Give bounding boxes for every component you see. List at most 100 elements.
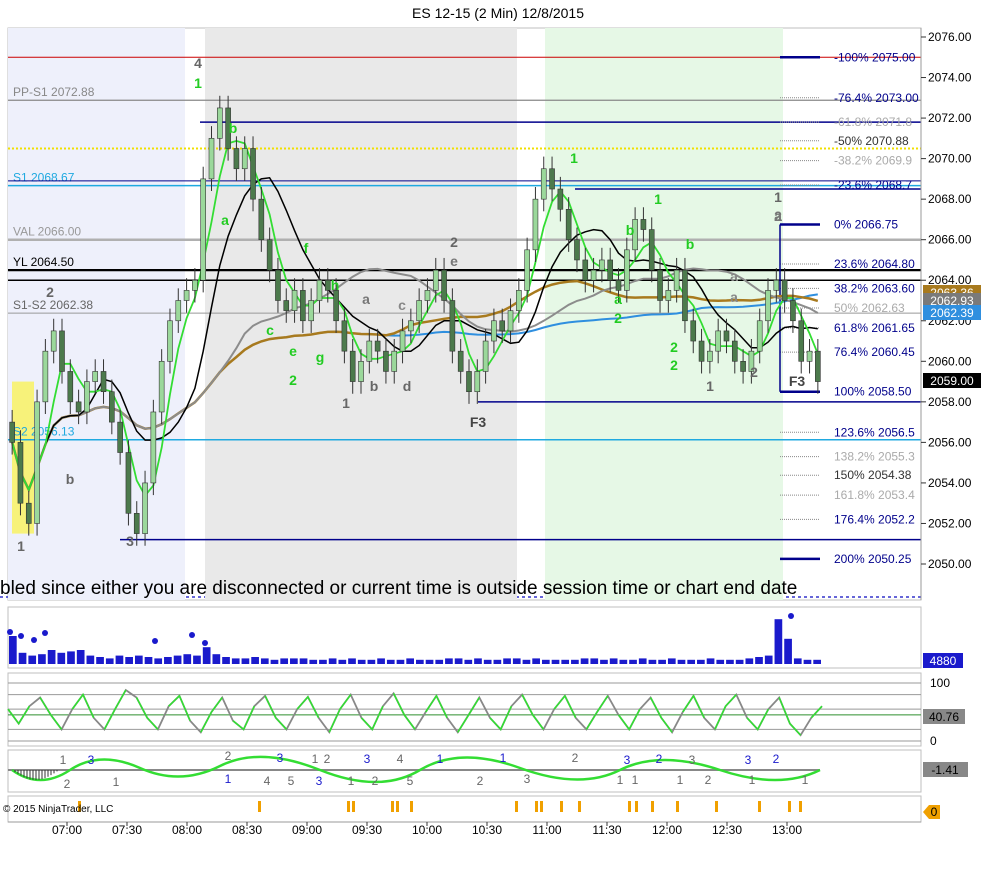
hist-label: 2: [372, 774, 379, 788]
signal-bar: [352, 801, 355, 812]
candle: [615, 279, 622, 291]
osc-line-green: [7, 689, 823, 736]
hist-label: 5: [288, 774, 295, 788]
hist-badge-label: -1.41: [931, 763, 959, 777]
candle: [341, 320, 348, 352]
candle: [756, 320, 763, 352]
candle: [133, 513, 140, 534]
hist-label: 1: [677, 773, 684, 787]
x-tick-label: 12:00: [652, 823, 682, 837]
signal-bar: [396, 801, 399, 812]
candle: [557, 188, 564, 210]
candle: [200, 178, 206, 281]
wave-label: 1: [654, 191, 662, 207]
volume-bar: [202, 647, 211, 664]
volume-bar: [319, 659, 327, 664]
candle: [565, 208, 572, 240]
candle: [391, 350, 398, 372]
wave-label: 2: [450, 234, 458, 250]
hist-label: 3: [524, 772, 531, 786]
candle: [648, 229, 655, 271]
y-tick-label: 2072.00: [928, 111, 972, 125]
candle: [275, 269, 281, 301]
volume-bar: [125, 657, 133, 664]
signal-bar: [715, 801, 718, 812]
candle: [640, 219, 647, 230]
wave-label: b: [370, 378, 379, 394]
volume-bar: [86, 655, 95, 664]
signal-bar: [258, 801, 261, 812]
fib-label: 161.8% 2053.4: [834, 488, 915, 502]
fib-levels: -100% 2075.00 -76.4% 2073.00 -61.8% 2071.8…: [779, 50, 919, 566]
fib-label: 123.6% 2056.5: [834, 425, 915, 439]
y-tick-label: 2052.00: [928, 516, 972, 530]
hist-label: 4: [397, 752, 404, 766]
candle: [25, 502, 32, 524]
candle: [42, 350, 49, 403]
volume-bar: [338, 659, 347, 664]
volume-bar: [9, 636, 17, 664]
candle: [524, 249, 530, 291]
candle: [324, 279, 331, 291]
fib-label: -76.4% 2073.00: [834, 91, 919, 105]
volume-dot: [7, 629, 13, 635]
volume-bar: [793, 658, 802, 664]
candle: [540, 168, 547, 200]
candle: [657, 269, 663, 301]
oscillator-panel: 100 0 40.76: [7, 676, 965, 748]
volume-bar: [18, 652, 27, 664]
level-label: S1 2068.67: [13, 171, 75, 185]
candle: [9, 421, 15, 443]
candle: [499, 320, 506, 332]
volume-bar: [134, 655, 143, 664]
hist-label: 1: [312, 752, 319, 766]
volume-bar: [571, 659, 579, 664]
x-tick-label: 11:00: [532, 823, 561, 837]
candle: [624, 249, 630, 291]
price-badge-label: 2059.00: [930, 374, 974, 388]
fib-label: -100% 2075.00: [834, 50, 916, 64]
volume-dot: [788, 613, 794, 619]
wave-label: 2: [46, 284, 54, 300]
hist-label: 2: [656, 752, 663, 766]
volume-bar: [454, 658, 463, 664]
candle: [549, 168, 555, 190]
candle: [283, 300, 290, 311]
hist-label: 2: [225, 749, 232, 763]
fib-label: -38.2% 2069.9: [834, 154, 912, 168]
signal-badge-label: 0: [931, 805, 938, 819]
hist-label: 1: [617, 773, 624, 787]
candle: [158, 361, 165, 413]
volume-bar: [396, 659, 405, 664]
candle: [383, 350, 389, 372]
wave-label: 1: [706, 378, 714, 394]
wave-label: b: [686, 236, 695, 252]
candle: [798, 320, 805, 362]
volume-bar: [260, 658, 269, 664]
volume-dot: [202, 640, 208, 646]
wave-label: 2: [670, 357, 678, 373]
volume-bar: [474, 658, 482, 664]
signal-bar: [347, 801, 350, 812]
candle: [516, 290, 522, 311]
candle: [109, 391, 115, 423]
candle: [258, 198, 265, 240]
candle: [300, 290, 306, 322]
candle: [682, 269, 688, 322]
wave-label: h: [331, 277, 340, 293]
volume-bar: [600, 659, 608, 664]
chart-canvas[interactable]: ES 12-15 (2 Min) 12/8/2015 PP-S1 2072.88…: [0, 0, 997, 871]
hist-label: 3: [624, 753, 631, 767]
y-tick-label: 2076.00: [928, 30, 972, 44]
candle: [399, 330, 406, 352]
signal-bar: [410, 801, 413, 812]
volume-bar: [667, 658, 676, 664]
candle: [266, 239, 273, 271]
candle: [167, 320, 173, 362]
volume-bar: [483, 659, 492, 664]
volume-bar: [774, 619, 783, 664]
volume-bar: [619, 659, 628, 664]
candle: [408, 320, 414, 332]
candle: [731, 340, 738, 362]
wave-label: a: [730, 289, 738, 305]
